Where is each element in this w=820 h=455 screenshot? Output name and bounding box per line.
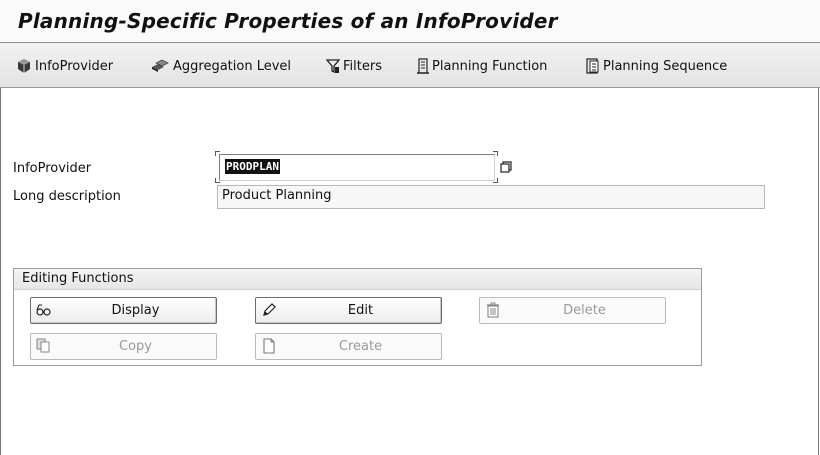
trash-icon — [485, 302, 501, 322]
page-title: Planning-Specific Properties of an InfoP… — [18, 9, 558, 33]
focus-corner-br — [493, 178, 498, 183]
copy-button[interactable]: Copy — [30, 333, 217, 360]
infoprovider-label: InfoProvider — [13, 161, 92, 176]
editing-functions-header: Editing Functions — [14, 269, 701, 290]
display-button-label: Display — [111, 303, 160, 318]
toolbar-planning-function-button[interactable]: Planning Function — [417, 56, 547, 76]
edit-button-label: Edit — [347, 303, 374, 318]
value-help-icon[interactable] — [500, 161, 512, 173]
create-button-label: Create — [338, 339, 383, 354]
toolbar-planning-function-label: Planning Function — [432, 58, 548, 74]
focus-corner-bl — [215, 178, 220, 183]
display-glasses-icon — [36, 302, 52, 322]
application-toolbar: InfoProvider Aggregation Level Filters P… — [0, 43, 820, 88]
aggregation-icon — [150, 58, 170, 74]
copy-button-label: Copy — [119, 339, 152, 354]
planning-sequence-icon — [586, 58, 600, 74]
edit-button[interactable]: Edit — [255, 297, 442, 324]
pencil-icon — [261, 302, 277, 322]
long-description-field: Product Planning — [217, 185, 765, 209]
focus-corner-tr — [493, 151, 498, 156]
long-description-value: Product Planning — [222, 188, 332, 203]
long-description-label: Long description — [13, 189, 121, 204]
filter-icon — [326, 58, 340, 74]
delete-button-label: Delete — [563, 303, 606, 318]
new-document-icon — [261, 338, 277, 358]
toolbar-filters-button[interactable]: Filters — [326, 56, 382, 76]
title-bar: Planning-Specific Properties of an InfoP… — [0, 0, 820, 43]
create-button[interactable]: Create — [255, 333, 442, 360]
toolbar-planning-sequence-button[interactable]: Planning Sequence — [586, 56, 727, 76]
toolbar-filters-label: Filters — [343, 58, 382, 74]
toolbar-infoprovider-label: InfoProvider — [35, 58, 114, 74]
toolbar-aggregation-level-button[interactable]: Aggregation Level — [150, 56, 291, 76]
editing-functions-group: Editing Functions Display Edit Delete Co… — [13, 268, 702, 366]
editing-functions-title: Editing Functions — [22, 271, 134, 286]
display-button[interactable]: Display — [30, 297, 217, 324]
focus-corner-tl — [215, 151, 220, 156]
cube-icon — [16, 58, 32, 74]
toolbar-aggregation-level-label: Aggregation Level — [173, 58, 292, 74]
infoprovider-value: PRODPLAN — [225, 159, 280, 174]
infoprovider-input[interactable]: PRODPLAN — [219, 154, 495, 181]
delete-button[interactable]: Delete — [479, 297, 666, 324]
planning-function-icon — [417, 58, 429, 74]
toolbar-infoprovider-button[interactable]: InfoProvider — [16, 56, 113, 76]
toolbar-planning-sequence-label: Planning Sequence — [603, 58, 728, 74]
copy-icon — [36, 338, 52, 358]
